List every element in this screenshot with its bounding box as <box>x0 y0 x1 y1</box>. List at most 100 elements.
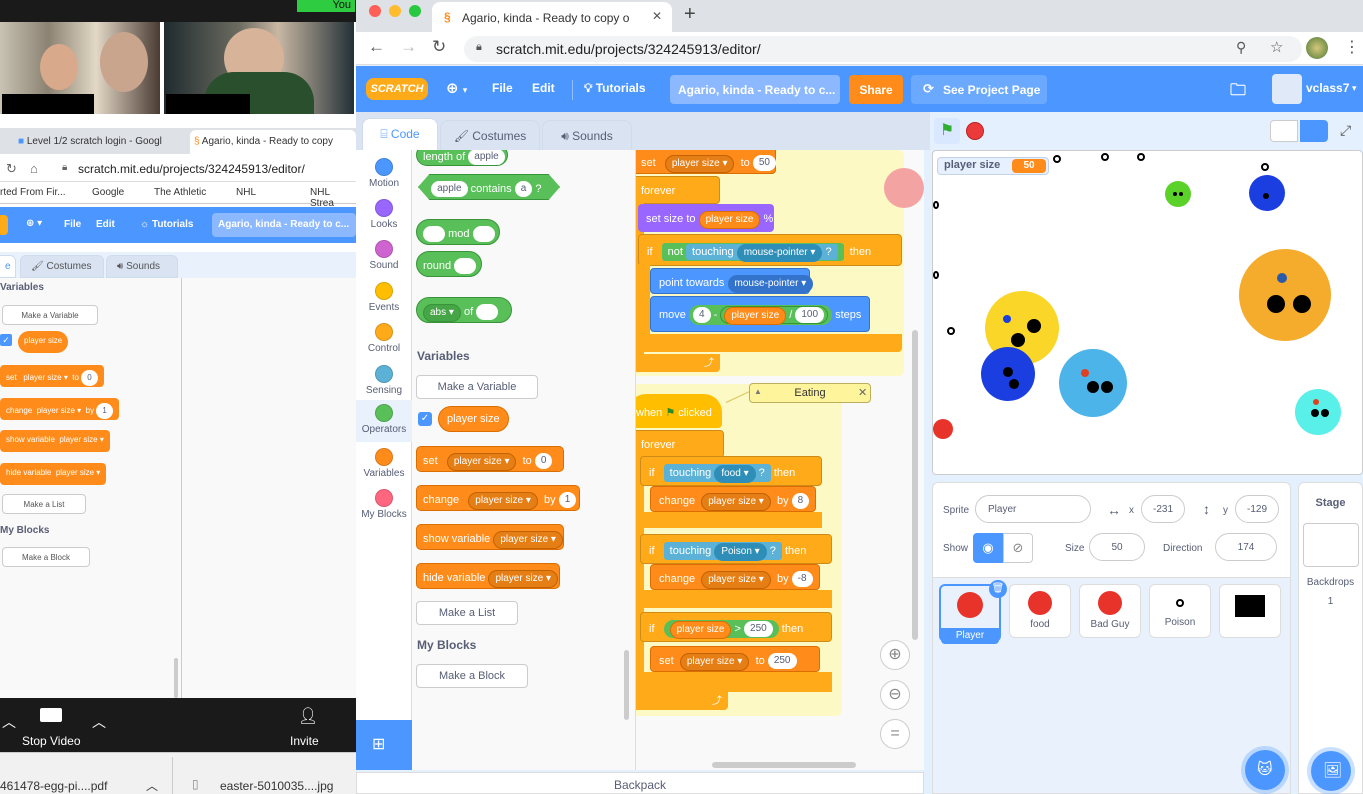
choose-backdrop-button[interactable]: 🖼︎ <box>1311 751 1351 791</box>
gt-value[interactable]: 250 <box>744 621 773 638</box>
show-var-dropdown[interactable]: player size ▾ <box>493 531 563 549</box>
inner-change-block[interactable]: change player size ▾ by 1 <box>0 398 119 420</box>
change-by-neg8-block[interactable]: change player size ▾ by -8 <box>650 564 820 590</box>
stop-button[interactable] <box>966 122 984 140</box>
script-workspace[interactable]: set player size ▾ to 50 forever set size… <box>636 150 924 770</box>
inner-change-value[interactable]: 1 <box>96 403 113 419</box>
set-var-dropdown[interactable]: player size ▾ <box>679 653 750 671</box>
url-bar[interactable]: 🔒︎ scratch.mit.edu/projects/324245913/ed… <box>464 36 1302 62</box>
category-events[interactable]: Events <box>356 278 412 320</box>
small-stage-button[interactable] <box>1270 120 1298 142</box>
inner-make-block-button[interactable]: Make a Block <box>2 547 90 567</box>
reload-icon[interactable]: ↻ <box>6 161 17 177</box>
menu-file[interactable]: File <box>492 81 513 95</box>
touching-block[interactable]: touching mouse-pointer ▾ ? <box>686 244 838 262</box>
collapse-arrow-icon[interactable]: ▲ <box>754 387 762 396</box>
abs-of-block[interactable]: abs ▾ of <box>416 297 512 323</box>
trash-icon[interactable]: 🗑︎ <box>989 580 1007 598</box>
show-variable-block[interactable]: show variable player size ▾ <box>416 524 564 550</box>
share-button[interactable]: Share <box>849 75 903 104</box>
category-variables[interactable]: Variables <box>356 444 412 486</box>
change-value[interactable]: -8 <box>791 571 813 588</box>
make-variable-button[interactable]: Make a Variable <box>416 375 538 399</box>
choose-sprite-button[interactable]: 🐱︎ <box>1245 750 1285 790</box>
set-var-dropdown[interactable]: player size ▾ <box>446 453 517 471</box>
point-towards-dropdown[interactable]: mouse-pointer ▾ <box>727 275 814 293</box>
inner-make-list-button[interactable]: Make a List <box>2 494 86 514</box>
maximize-window-button[interactable] <box>409 5 421 17</box>
abs-input[interactable] <box>476 304 499 321</box>
hide-eye-icon[interactable]: ⊘ <box>1003 533 1033 563</box>
zoom-out-button[interactable]: ⊖ <box>880 680 910 710</box>
change-var-dropdown[interactable]: player size ▾ <box>701 571 771 589</box>
sprite-tile-player[interactable]: Player 🗑︎ <box>939 580 1007 644</box>
forever-block-2[interactable]: forever <box>636 430 724 458</box>
contains-block[interactable]: apple contains a ? <box>418 174 560 200</box>
backpack[interactable]: Backpack <box>356 772 924 794</box>
download-item-1[interactable]: 461478-egg-pi....pdf <box>0 779 107 793</box>
inner-set-value[interactable]: 0 <box>81 370 98 386</box>
inner-tab-1[interactable]: ■ Level 1/2 scratch login - Googl <box>14 130 184 154</box>
set-size-var[interactable]: player size <box>698 211 761 229</box>
player-size-reporter[interactable]: player size <box>438 406 509 432</box>
chevron-up-icon[interactable]: ︿ <box>92 712 106 732</box>
inner-tab-costumes[interactable]: 🖌︎ Costumes <box>20 255 104 278</box>
sprite-tile-food[interactable]: food <box>1009 584 1071 638</box>
set-to-250-block[interactable]: set player size ▾ to 250 <box>650 646 820 672</box>
divide-block[interactable]: player size / 100 <box>720 306 829 325</box>
menu-tutorials[interactable]: 💡︎ Tutorials <box>584 81 646 96</box>
category-control[interactable]: Control <box>356 319 412 361</box>
inner-show-variable-block[interactable]: show variable player size ▾ <box>0 430 110 452</box>
inner-url[interactable]: scratch.mit.edu/projects/324245913/edito… <box>78 162 305 176</box>
stage-thumbnail[interactable] <box>1302 523 1359 567</box>
invite-button[interactable]: Invite <box>290 734 319 748</box>
abs-dropdown[interactable]: abs ▾ <box>423 304 461 322</box>
divide-hundred[interactable]: 100 <box>795 307 825 324</box>
chevron-down-icon[interactable]: ▾ <box>1352 83 1357 94</box>
set-size-to-block[interactable]: set size to player size % <box>638 204 774 232</box>
sprite-tile-backdrop[interactable] <box>1219 584 1281 638</box>
close-tab-icon[interactable]: ✕ <box>652 9 662 23</box>
category-operators[interactable]: Operators <box>356 400 412 442</box>
comment-text[interactable]: Eating <box>794 387 825 399</box>
if-touching-food-block[interactable]: if touching food ▾ ? then <box>640 456 822 486</box>
close-comment-icon[interactable]: ✕ <box>858 386 867 399</box>
mod-block[interactable]: mod <box>416 219 500 245</box>
category-sensing[interactable]: Sensing <box>356 361 412 403</box>
zoom-in-button[interactable]: ⊕ <box>880 640 910 670</box>
workspace-vertical-scrollbar[interactable] <box>912 330 918 640</box>
point-towards-block[interactable]: point towards mouse-pointer ▾ <box>650 268 814 294</box>
show-eye-icon[interactable]: ◉ <box>973 533 1003 563</box>
food-dropdown[interactable]: food ▾ <box>714 465 756 483</box>
variable-monitor[interactable]: player size 50 <box>937 157 1049 175</box>
inner-script-area[interactable] <box>182 278 356 698</box>
forever-block[interactable]: forever <box>636 176 720 204</box>
inner-tab-2[interactable]: § Agario, kinda - Ready to copy <box>190 130 356 154</box>
contains-input-1[interactable]: apple <box>431 181 468 197</box>
change-var-dropdown[interactable]: player size ▾ <box>468 492 538 510</box>
s1-var-dropdown[interactable]: player size ▾ <box>664 155 735 173</box>
inner-menu-file[interactable]: File <box>64 219 81 230</box>
bookmark-star-icon[interactable]: ☆ <box>1270 38 1283 56</box>
if-not-touching-block[interactable]: if not touching mouse-pointer ▾ ? then <box>638 234 902 266</box>
change-value-input[interactable]: 1 <box>558 492 577 509</box>
inner-scrollbar[interactable] <box>174 658 178 698</box>
inner-address-bar[interactable]: ↻ ⌂ 🔒︎ scratch.mit.edu/projects/32424591… <box>0 155 356 182</box>
greater-than-block[interactable]: player size > 250 <box>663 620 779 639</box>
touching-dropdown[interactable]: mouse-pointer ▾ <box>736 244 823 262</box>
inner-make-variable-button[interactable]: Make a Variable <box>2 305 98 325</box>
close-window-button[interactable] <box>369 5 381 17</box>
profile-avatar[interactable] <box>1306 37 1328 59</box>
set-variable-block[interactable]: set player size ▾ to 0 <box>416 446 564 472</box>
palette-scrollbar[interactable] <box>624 650 629 720</box>
hide-var-dropdown[interactable]: player size ▾ <box>488 570 559 588</box>
poison-dropdown[interactable]: Poison ▾ <box>714 543 767 561</box>
y-input[interactable]: -129 <box>1235 495 1279 523</box>
back-icon[interactable]: ← <box>368 37 385 57</box>
bookmark-nhl[interactable]: NHL <box>236 187 256 198</box>
bookmark-google[interactable]: Google <box>92 187 124 198</box>
inner-menu-tutorials[interactable]: ☼ Tutorials <box>140 219 193 230</box>
comment-eating[interactable]: ▲ Eating ✕ <box>749 383 871 403</box>
globe-icon[interactable]: ⊕ ▾ <box>26 218 42 229</box>
change-var-dropdown[interactable]: player size ▾ <box>701 493 771 511</box>
